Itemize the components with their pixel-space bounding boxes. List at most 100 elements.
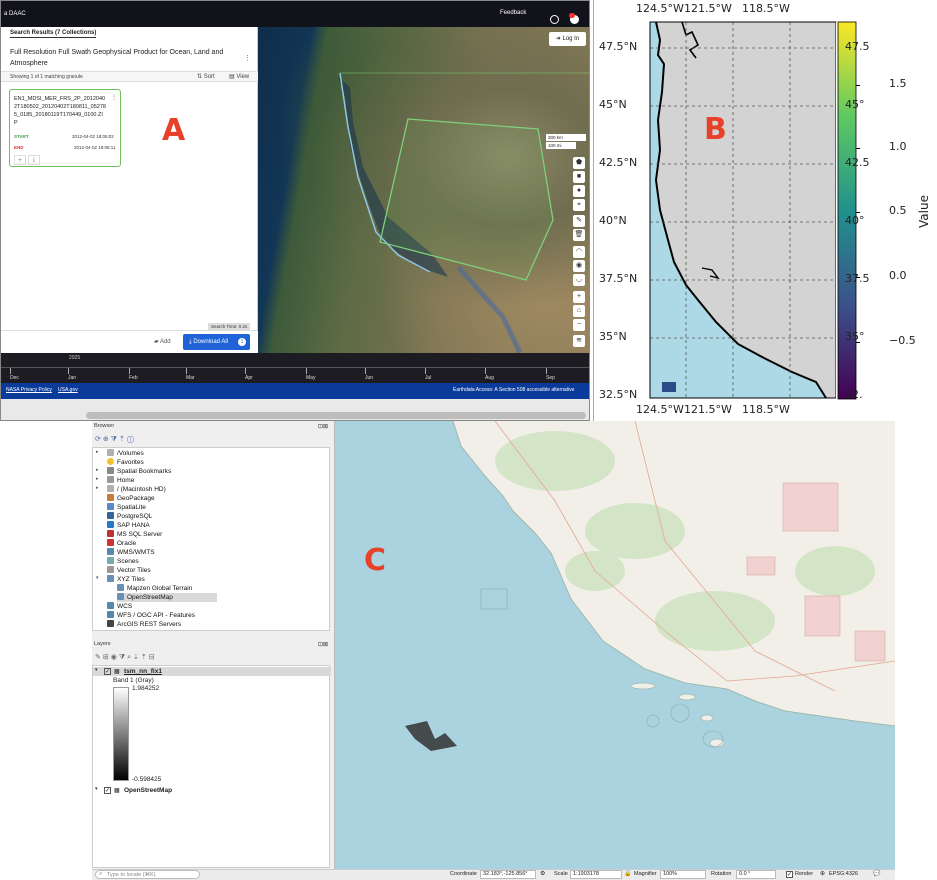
download-granule-icon[interactable]: ⤓ bbox=[28, 155, 40, 165]
browser-item[interactable]: ▾ XYZ Tiles bbox=[96, 575, 145, 584]
draw-point-icon[interactable]: ⌖ bbox=[573, 199, 585, 211]
layer2-expand-icon[interactable]: ▾ bbox=[95, 786, 98, 792]
filter-icon[interactable]: ⧩ bbox=[111, 436, 119, 443]
refresh-icon[interactable]: ⟳ bbox=[95, 436, 103, 443]
delete-shape-icon[interactable]: 🗑 bbox=[573, 229, 585, 241]
browser-item[interactable]: Vector Tiles bbox=[107, 566, 151, 575]
scale-km: 300 km bbox=[546, 134, 586, 141]
download-all-button[interactable]: ⤓ Download All 1 bbox=[183, 334, 250, 350]
expand-arrow-icon[interactable]: ▾ bbox=[96, 575, 99, 581]
horizontal-scrollbar[interactable] bbox=[1, 399, 589, 420]
zoom-out-icon[interactable]: − bbox=[573, 319, 585, 331]
right-tick-label: 42.5 bbox=[845, 156, 870, 169]
collapse-all-icon[interactable]: ⇡ bbox=[141, 654, 149, 661]
projection-arctic-icon[interactable]: ◠ bbox=[573, 246, 585, 258]
settings-icon[interactable] bbox=[550, 15, 559, 24]
draw-rectangle-icon[interactable]: ■ bbox=[573, 171, 585, 183]
browser-item[interactable]: ▸ /Volumes bbox=[96, 449, 144, 458]
zoom-in-icon[interactable]: + bbox=[573, 291, 585, 303]
expand-arrow-icon[interactable]: ▸ bbox=[96, 467, 99, 473]
scale-field[interactable]: 1:1903178 bbox=[570, 870, 622, 879]
render-checkbox[interactable]: ✓ bbox=[786, 871, 793, 878]
draw-circle-icon[interactable]: ● bbox=[573, 185, 585, 197]
browser-item[interactable]: Mapzen Global Terrain bbox=[117, 584, 192, 593]
add-group-icon[interactable]: ⊞ bbox=[103, 654, 111, 661]
tab-search-results[interactable]: Search Results (7 Collections) bbox=[10, 30, 97, 38]
browser-item-label: XYZ Tiles bbox=[117, 576, 145, 583]
projection-globe-icon[interactable]: ◉ bbox=[573, 260, 585, 272]
add-button[interactable]: ▰ Add bbox=[154, 338, 171, 345]
browser-item[interactable]: SAP HANA bbox=[107, 521, 150, 530]
browser-close-icon[interactable]: ⊡⊠ bbox=[318, 423, 328, 430]
layer-row-selected[interactable]: ▾ ✓ ▦ tsm_nn_fix1 bbox=[93, 667, 331, 676]
browser-item[interactable]: WFS / OGC API - Features bbox=[107, 611, 195, 620]
accessible-link[interactable]: Earthdata Access: A Section 508 accessib… bbox=[453, 387, 574, 393]
browser-item[interactable]: WMS/WMTS bbox=[107, 548, 155, 557]
more-options-icon[interactable]: ⋮ bbox=[244, 54, 251, 62]
home-icon[interactable]: ⌂ bbox=[573, 305, 585, 317]
scrollbar-thumb[interactable] bbox=[86, 412, 586, 419]
properties-icon[interactable]: ⓘ bbox=[127, 436, 136, 443]
xyz-icon bbox=[107, 575, 114, 582]
coordinate-field[interactable]: 32.183°,-125.856° bbox=[480, 870, 536, 879]
expand-arrow-icon[interactable]: ▸ bbox=[96, 485, 99, 491]
browser-item[interactable]: ArcGIS REST Servers bbox=[107, 620, 181, 629]
expand-arrow-icon[interactable]: ▸ bbox=[96, 476, 99, 482]
style-icon[interactable]: ✎ bbox=[95, 654, 103, 661]
messages-icon[interactable]: 💬 bbox=[873, 870, 880, 877]
edit-shape-icon[interactable]: ✎ bbox=[573, 215, 585, 227]
feedback-link[interactable]: Feedback bbox=[500, 10, 526, 16]
map-overlay bbox=[338, 72, 589, 353]
rotation-field[interactable]: 0.0 ° bbox=[736, 870, 776, 879]
map-view[interactable]: ➜ Log In 300 km 100 mi bbox=[258, 27, 589, 353]
collapse-icon[interactable]: ⇡ bbox=[119, 436, 127, 443]
expand-arrow-icon[interactable]: ▸ bbox=[96, 449, 99, 455]
draw-polygon-icon[interactable]: ⬟ bbox=[573, 157, 585, 169]
crs-label[interactable]: EPSG:4326 bbox=[829, 871, 858, 877]
browser-item[interactable]: Favorites bbox=[107, 458, 144, 467]
add-granule-icon[interactable]: + bbox=[14, 155, 26, 165]
visibility-icon[interactable]: ◉ bbox=[111, 654, 119, 661]
expand-icon[interactable]: ⇣ bbox=[133, 654, 141, 661]
browser-item[interactable]: PostgreSQL bbox=[107, 512, 152, 521]
privacy-link[interactable]: NASA Privacy Policy bbox=[6, 387, 52, 393]
remove-layer-icon[interactable]: ⊟ bbox=[149, 654, 157, 661]
qgis-map-canvas[interactable]: C bbox=[335, 420, 896, 869]
locator-bar[interactable]: ⌕ Type to locate (⌘K) bbox=[95, 870, 200, 879]
browser-item[interactable]: GeoPackage bbox=[107, 494, 155, 503]
login-button[interactable]: ➜ Log In bbox=[549, 32, 586, 46]
layers-icon[interactable]: ≋ bbox=[573, 335, 585, 347]
browser-item[interactable]: SpatiaLite bbox=[107, 503, 146, 512]
view-button[interactable]: ▤ View bbox=[229, 73, 249, 80]
layers-close-icon[interactable]: ⊡⊠ bbox=[318, 641, 328, 648]
browser-item[interactable]: OpenStreetMap bbox=[117, 593, 217, 602]
usagov-link[interactable]: USA.gov bbox=[58, 387, 78, 393]
lock-icon[interactable]: 🔒 bbox=[624, 870, 631, 877]
projection-antarctic-icon[interactable]: ◡ bbox=[573, 274, 585, 286]
layer2-name[interactable]: OpenStreetMap bbox=[124, 787, 172, 794]
browser-item[interactable]: ▸ Home bbox=[96, 476, 134, 485]
layer1-name[interactable]: tsm_nn_fix1 bbox=[124, 668, 162, 675]
layer2-checkbox[interactable]: ✓ bbox=[104, 787, 111, 794]
toggle-extents-icon[interactable]: ⚙ bbox=[540, 870, 545, 877]
layer1-expand-icon[interactable]: ▾ bbox=[95, 667, 98, 673]
browser-item[interactable]: ▸ Spatial Bookmarks bbox=[96, 467, 171, 476]
browser-item[interactable]: ▸ / (Macintosh HD) bbox=[96, 485, 166, 494]
browser-item[interactable]: Scenes bbox=[107, 557, 139, 566]
app-title[interactable]: a DAAC bbox=[4, 11, 26, 17]
crs-icon[interactable]: ⊕ bbox=[820, 870, 825, 877]
timeline[interactable]: 2025 Dec Jan Feb Mar Apr May Jun Jul Aug Sep bbox=[1, 353, 589, 383]
locator-placeholder: Type to locate (⌘K) bbox=[107, 872, 156, 878]
add-selected-icon[interactable]: ⊕ bbox=[103, 436, 111, 443]
granule-card[interactable]: EN1_MDSI_MER_FRS_2P_20120402T180502_2012… bbox=[9, 89, 121, 167]
browser-item[interactable]: Oracle bbox=[107, 539, 136, 548]
layer1-checkbox[interactable]: ✓ bbox=[104, 668, 111, 675]
magnifier-field[interactable]: 100% bbox=[660, 870, 706, 879]
layer-row-osm[interactable]: ▾ ✓ ▦ OpenStreetMap bbox=[93, 786, 331, 795]
browser-item[interactable]: WCS bbox=[107, 602, 132, 611]
browser-item[interactable]: MS SQL Server bbox=[107, 530, 162, 539]
filter-layers-icon[interactable]: ⧩ bbox=[119, 654, 127, 661]
granule-menu-icon[interactable]: ⋮ bbox=[111, 94, 117, 101]
raster-icon: ▦ bbox=[114, 669, 120, 675]
sort-button[interactable]: ⇅ Sort bbox=[197, 73, 215, 80]
